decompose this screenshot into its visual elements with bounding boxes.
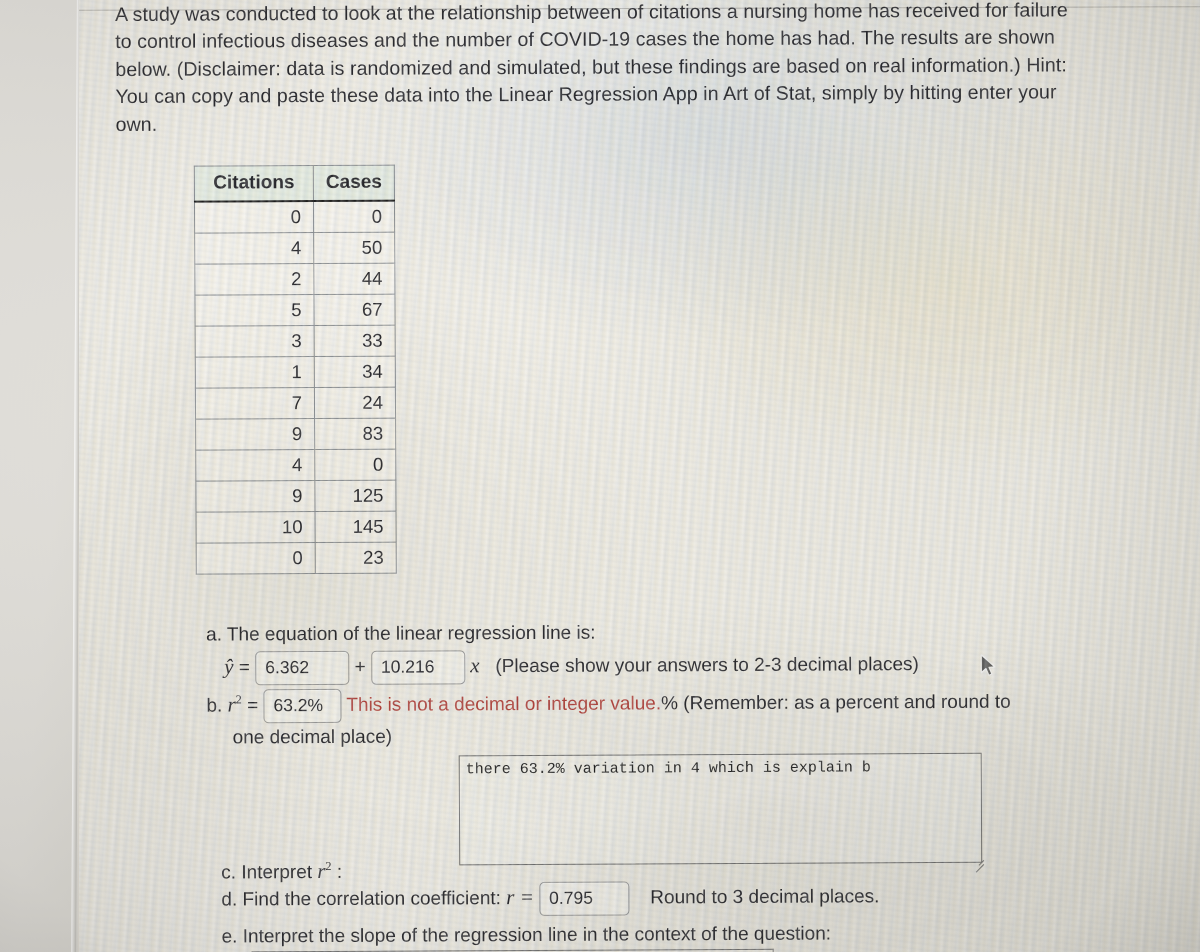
cell-cases: 50 — [313, 232, 395, 264]
question-b-continued: one decimal place) — [232, 726, 393, 749]
cell-cases: 125 — [314, 480, 397, 512]
screen-surface: A study was conducted to look at the rel… — [79, 0, 1200, 952]
table-row: 0 0 — [194, 200, 395, 234]
table-row: 7 24 — [195, 387, 396, 420]
cell-citations: 5 — [194, 294, 315, 327]
column-header-cases: Cases — [313, 165, 395, 202]
cell-citations: 9 — [195, 418, 315, 451]
table-row: 3 33 — [195, 325, 396, 358]
table-row: 0 23 — [196, 542, 397, 575]
textarea-resize-handle-icon[interactable] — [973, 854, 985, 873]
validation-error-message: This is not a decimal or integer value. — [346, 693, 662, 716]
cell-cases: 0 — [313, 200, 395, 233]
photographed-screen: A study was conducted to look at the rel… — [0, 0, 1200, 952]
cell-cases: 33 — [314, 325, 396, 357]
equals-sign-a: = — [238, 657, 251, 679]
equals-sign-b: = — [247, 695, 259, 717]
r-squared-symbol: r2 — [227, 692, 242, 717]
r-squared-input[interactable]: 63.2% — [263, 688, 342, 724]
question-a-equation: ŷ = 6.362 + 10.216 x (Please show your a… — [224, 648, 919, 686]
question-a-note: (Please show your answers to 2-3 decimal… — [495, 654, 919, 678]
question-d-label: d. Find the correlation coefficient: — [221, 888, 501, 911]
table-row: 2 44 — [194, 263, 395, 296]
cell-cases: 83 — [314, 418, 396, 450]
cell-citations: 10 — [196, 511, 316, 544]
question-c-prefix: c. Interpret — [221, 862, 313, 884]
correlation-coefficient-input[interactable]: 0.795 — [539, 881, 630, 916]
table-header-row: Citations Cases — [194, 165, 395, 202]
cell-cases: 44 — [313, 263, 395, 295]
question-b-row: b. r2 = 63.2% This is not a decimal or i… — [206, 686, 1011, 724]
cell-citations: 3 — [195, 325, 315, 358]
cell-cases: 23 — [315, 542, 397, 574]
cell-cases: 0 — [314, 449, 396, 481]
x-variable: x — [470, 653, 480, 678]
table-row: 4 0 — [195, 449, 396, 482]
cell-citations: 0 — [196, 542, 316, 575]
interpret-r-squared-textarea[interactable]: there 63.2% variation in 4 which is expl… — [458, 752, 983, 866]
cell-citations: 0 — [194, 201, 314, 234]
cell-cases: 145 — [315, 511, 397, 543]
question-b-suffix: % (Remember: as a percent and round to — [661, 691, 1011, 715]
intercept-input[interactable]: 6.362 — [255, 650, 350, 686]
cell-citations: 9 — [195, 480, 316, 513]
cell-citations: 4 — [194, 232, 314, 265]
question-b-prefix: b. — [206, 695, 223, 717]
cell-citations: 7 — [195, 387, 315, 420]
plus-sign-a: + — [354, 656, 366, 678]
cell-citations: 1 — [195, 356, 315, 389]
table-row: 5 67 — [194, 294, 396, 327]
table-row: 9 83 — [195, 418, 396, 451]
table-row: 4 50 — [194, 232, 395, 265]
cell-cases: 67 — [313, 294, 396, 326]
r-symbol: r — [506, 885, 515, 910]
table-row: 1 34 — [195, 356, 396, 389]
problem-statement: A study was conducted to look at the rel… — [115, 0, 1068, 136]
table-row: 10 145 — [196, 511, 397, 544]
screen-bezel-left — [0, 0, 78, 952]
slope-input[interactable]: 10.216 — [370, 650, 466, 685]
question-a-label: a. The equation of the linear regression… — [206, 622, 596, 646]
table-row: 9 125 — [195, 480, 397, 513]
question-c-label: c. Interpret r2 : — [221, 859, 342, 885]
question-d-note: Round to 3 decimal places. — [650, 886, 880, 909]
cell-citations: 4 — [195, 449, 315, 482]
cell-cases: 34 — [314, 356, 396, 388]
question-d-row: d. Find the correlation coefficient: r =… — [221, 880, 879, 917]
citations-cases-table: Citations Cases 0 0 4 50 2 44 5 67 3 33 … — [193, 164, 397, 575]
question-e-label: e. Interpret the slope of the regression… — [221, 923, 832, 948]
cell-cases: 24 — [314, 387, 396, 419]
equals-sign-d: = — [519, 884, 534, 910]
question-c-colon: : — [336, 861, 343, 883]
yhat-symbol: ŷ — [224, 654, 234, 679]
cell-citations: 2 — [194, 263, 314, 296]
r-squared-symbol-c: r2 — [317, 858, 332, 884]
column-header-citations: Citations — [194, 165, 314, 202]
